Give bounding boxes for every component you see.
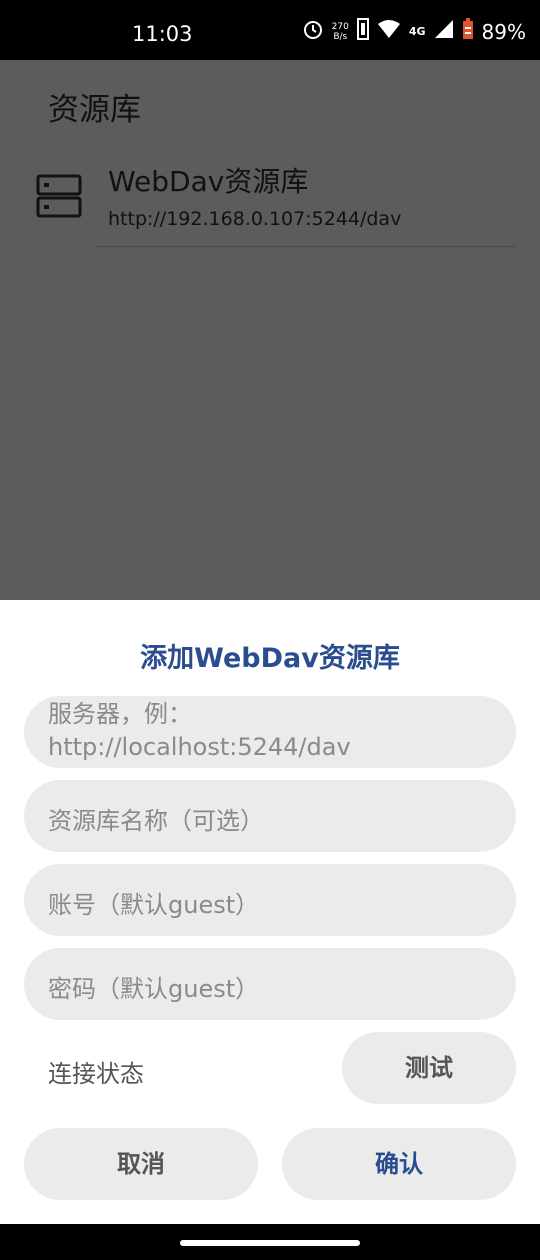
account-input-placeholder: 账号（默认guest）: [48, 891, 260, 919]
library-url: http://192.168.0.107:5244/dav: [108, 208, 402, 230]
status-icons: 270 B/s 4G 89%: [302, 18, 526, 45]
status-bar: 11:03 270 B/s 4G 89%: [0, 0, 540, 60]
home-gesture-handle[interactable]: [180, 1240, 360, 1246]
net-speed: 270 B/s: [331, 21, 349, 42]
library-name: WebDav资源库: [108, 165, 309, 198]
page-title: 资源库: [48, 92, 141, 128]
confirm-button[interactable]: 确认: [282, 1128, 516, 1200]
dialog-title: 添加WebDav资源库: [140, 643, 400, 674]
server-input-placeholder: 服务器，例：http://localhost:5244/dav: [48, 700, 351, 761]
signal-icon: [434, 19, 454, 44]
password-input-placeholder: 密码（默认guest）: [48, 975, 260, 1003]
battery-icon: [462, 18, 474, 45]
account-input[interactable]: 账号（默认guest）: [24, 864, 516, 936]
sim-icon: [356, 18, 369, 45]
wifi-icon: [377, 19, 401, 44]
library-screen: 资源库 WebDav资源库 http://192.168.0.107:5244/…: [0, 60, 540, 600]
library-item[interactable]: WebDav资源库 http://192.168.0.107:5244/dav: [0, 160, 540, 250]
add-webdav-dialog: 添加WebDav资源库 服务器，例：http://localhost:5244/…: [0, 600, 540, 1224]
divider: [96, 246, 516, 247]
server-icon: [36, 174, 82, 222]
navigation-bar: [0, 1224, 540, 1260]
library-name-input-placeholder: 资源库名称（可选）: [48, 807, 264, 835]
status-time: 11:03: [132, 22, 193, 46]
password-input[interactable]: 密码（默认guest）: [24, 948, 516, 1020]
library-name-input[interactable]: 资源库名称（可选）: [24, 780, 516, 852]
connection-status-label: 连接状态: [48, 1060, 144, 1088]
server-input[interactable]: 服务器，例：http://localhost:5244/dav: [24, 696, 516, 768]
cancel-button[interactable]: 取消: [24, 1128, 258, 1200]
network-type: 4G: [408, 25, 426, 38]
battery-level: 89%: [481, 19, 526, 44]
test-button[interactable]: 测试: [342, 1032, 516, 1104]
alarm-icon: [302, 18, 324, 45]
